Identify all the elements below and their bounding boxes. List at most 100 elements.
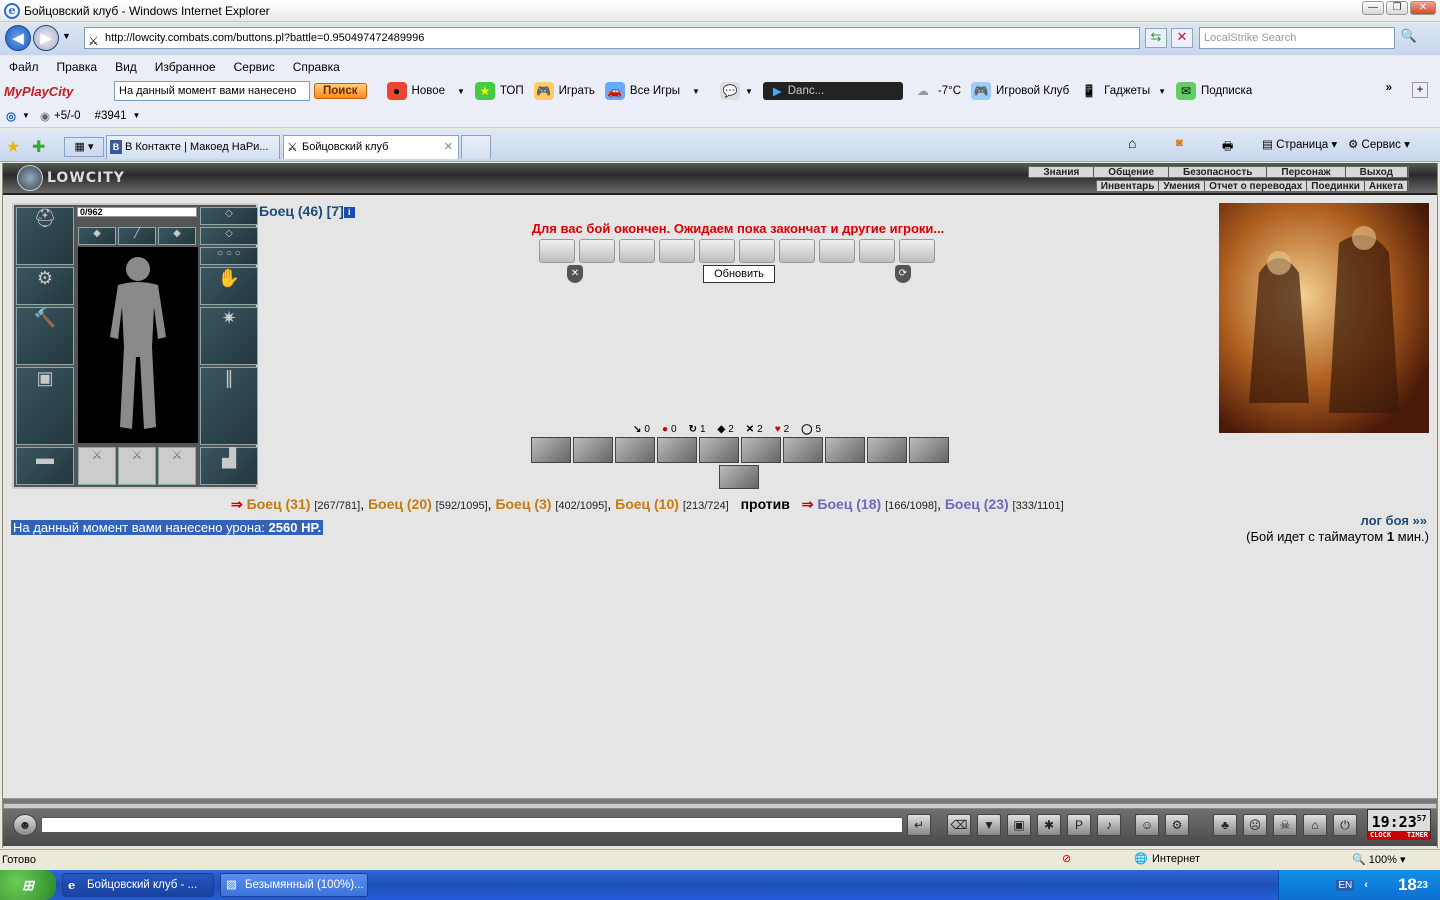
skill-button[interactable] [741,437,781,463]
print-icon[interactable]: 🖶 [1222,137,1233,158]
scroll-slot[interactable] [859,239,895,263]
dagger-slot[interactable]: ╱ [118,227,156,245]
stop-icon[interactable]: ✕ [1171,28,1193,48]
toolbar-search-combo[interactable]: На данный момент вами нанесено [114,81,310,101]
menu-help[interactable]: Справка [284,60,349,74]
sound-icon[interactable]: ♪ [1097,814,1121,836]
scroll-slot[interactable] [619,239,655,263]
earring-slot[interactable]: ◇ [200,227,258,245]
save-icon[interactable]: ▣ [1007,814,1031,836]
skill-button[interactable] [699,437,739,463]
popup-blocked-icon[interactable]: ⊘ [1062,852,1071,865]
scroll-slot[interactable] [739,239,775,263]
skill-button[interactable] [783,437,823,463]
home-icon[interactable]: ⌂ [1128,135,1136,151]
skill-button[interactable] [615,437,655,463]
skill-button[interactable] [573,437,613,463]
menu-communication[interactable]: Общение [1094,167,1169,178]
skill-button[interactable] [719,465,759,489]
chat-head-icon[interactable]: ☻ [13,814,37,836]
shield-slot[interactable]: ✷ [200,307,258,365]
cancel-shield-icon[interactable]: ✕ [567,265,583,283]
chat-input[interactable] [41,817,903,833]
bag-icon[interactable]: ♣ [1213,814,1237,836]
language-indicator[interactable]: EN [1336,879,1355,891]
globe-icon[interactable]: ◎ [6,109,16,123]
armor-slot[interactable]: ▣ [16,367,74,445]
new-tab-button[interactable] [461,135,491,159]
toolbar-all-games[interactable]: 🚗 Все Игры ▼ [604,82,700,100]
skill-button[interactable] [867,437,907,463]
team2-fighter[interactable]: Боец (23) [945,496,1009,512]
send-icon[interactable]: ↵ [907,814,931,836]
rss-icon[interactable]: ◙ [1176,137,1183,149]
tools-menu[interactable]: ⚙ Сервис ▾ [1348,137,1410,151]
forward-button[interactable]: ▶ [33,25,59,51]
empty-slot-3[interactable]: ⚔ [158,447,196,485]
refresh-button[interactable]: Обновить [703,265,775,283]
belt-slot[interactable]: ▬ [16,447,74,485]
team2-fighter[interactable]: Боец (18) [817,496,881,512]
media-player[interactable]: ▶ Danc... [762,82,903,100]
pl-icon[interactable]: P [1067,814,1091,836]
mask-icon[interactable]: ☹ [1243,814,1267,836]
skull-icon[interactable]: ☠ [1273,814,1297,836]
eraser-icon[interactable]: ⌫ [947,814,971,836]
toolbar-subscribe[interactable]: ✉ Подписка [1176,82,1252,100]
boots-slot[interactable]: ▟ [200,447,258,485]
toolbar-search-button[interactable]: Поиск [314,83,367,99]
page-menu[interactable]: ▤ Страница ▾ [1262,137,1337,151]
settings-icon[interactable]: ⚙ [1165,814,1189,836]
quick-tabs-icon[interactable]: ▦ ▾ [64,137,104,157]
empty-slot-2[interactable]: ⚔ [118,447,156,485]
skill-button[interactable] [531,437,571,463]
task-combats[interactable]: e Бойцовский клуб - ... [62,873,214,897]
start-button[interactable]: ⊞ [0,870,56,900]
scroll-slot[interactable] [899,239,935,263]
toolbar-new[interactable]: ● Новое ▼ [386,82,465,100]
scroll-slot[interactable] [819,239,855,263]
menu-security[interactable]: Безопасность [1169,167,1268,178]
toolbar-overflow-icon[interactable]: » [1386,82,1392,94]
search-input[interactable]: LocalStrike Search [1199,27,1395,49]
gloves-slot[interactable]: ✋ [200,267,258,305]
amulet-slot[interactable]: ◆ [78,227,116,245]
menu-file[interactable]: Файл [0,60,48,74]
menu-tools[interactable]: Сервис [225,60,284,74]
team1-fighter[interactable]: Боец (3) [495,496,551,512]
dance-icon[interactable]: ✱ [1037,814,1061,836]
menu-favorites[interactable]: Избранное [146,60,225,74]
scroll-slot[interactable] [659,239,695,263]
team1-fighter[interactable]: Боец (31) [247,496,311,512]
toolbar-messages[interactable]: 💬 ▼ [719,82,753,100]
tab-close-icon[interactable]: ✕ [444,136,453,158]
team1-fighter[interactable]: Боец (20) [368,496,432,512]
toolbar-gadgets[interactable]: 📱 Гаджеты ▼ [1079,82,1166,100]
helmet-slot[interactable]: ⛑ [16,207,74,265]
scroll-slot[interactable] [699,239,735,263]
team1-fighter[interactable]: Боец (10) [615,496,679,512]
fighter-name[interactable]: Боец (46) [7] i [259,203,355,219]
favorites-star-icon[interactable]: ★ [6,137,20,157]
menu-edit[interactable]: Правка [48,60,107,74]
info-icon[interactable]: i [343,206,355,218]
menu-character[interactable]: Персонаж [1267,167,1346,178]
menu-transfers[interactable]: Отчет о переводах [1205,181,1308,192]
history-dropdown-icon[interactable]: ▼ [62,31,71,41]
tab-combats[interactable]: ⚔ Бойцовский клуб ✕ [283,135,459,159]
zoom-level[interactable]: 🔍 100% ▾ [1352,853,1405,866]
refresh-icon[interactable]: ⇆ [1145,28,1167,48]
empty-slot-1[interactable]: ⚔ [78,447,116,485]
legs-slot[interactable]: ∥ [200,367,258,445]
menu-profile[interactable]: Анкета [1365,181,1408,192]
filter-icon[interactable]: ▼ [977,814,1001,836]
rings-slot[interactable]: ○ ○ ○ [200,247,258,265]
task-paint[interactable]: ▨ Безымянный (100%)... [220,873,368,897]
play-button-icon[interactable]: ▶ [773,84,782,98]
minimize-button[interactable]: — [1362,1,1384,15]
menu-knowledge[interactable]: Знания [1029,167,1095,178]
horizontal-scrollbar[interactable] [3,803,1437,809]
toolbar-play[interactable]: 🎮 Играть [533,82,595,100]
battle-log-link[interactable]: лог боя »» [1360,513,1427,528]
add-favorite-icon[interactable]: ✚ [32,137,45,157]
